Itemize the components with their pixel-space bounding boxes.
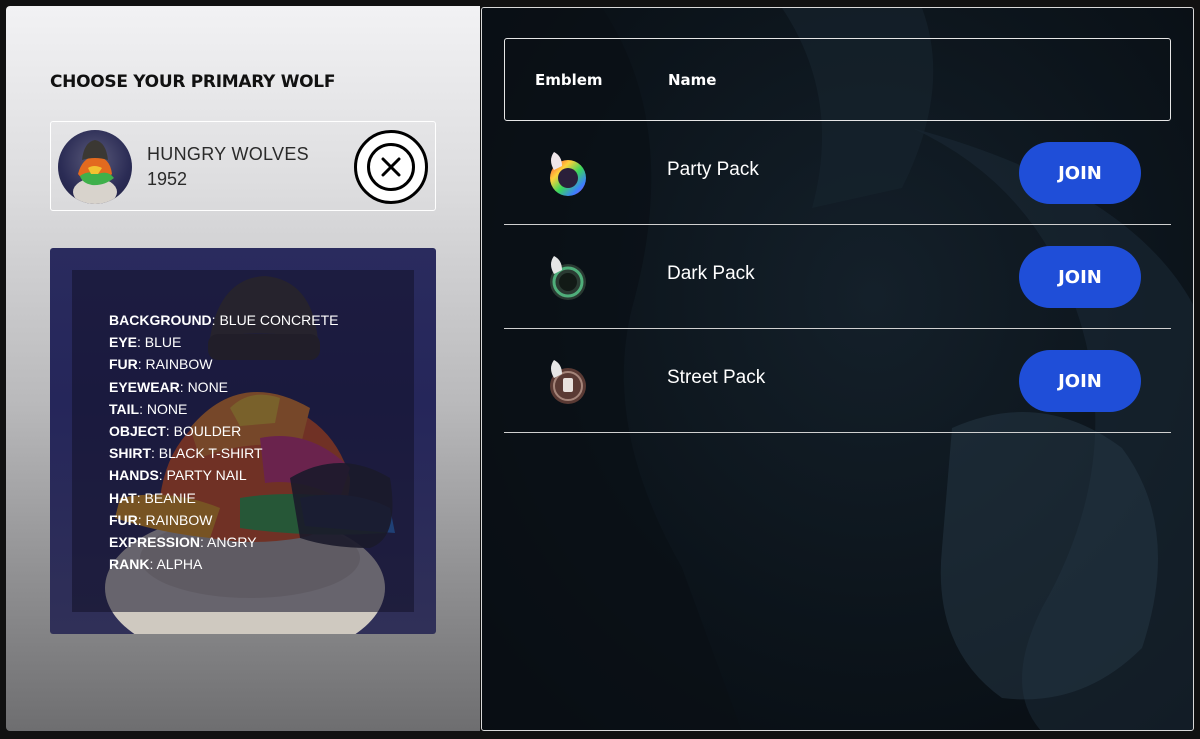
- join-dark-pack-button[interactable]: JOIN: [1019, 246, 1141, 308]
- trait-value: : PARTY NAIL: [158, 467, 247, 484]
- trait-key: RANK: [109, 556, 150, 573]
- trait-row: HAT: BEANIE: [109, 487, 338, 509]
- trait-list: BACKGROUND: BLUE CONCRETE EYE: BLUE FUR:…: [109, 309, 338, 575]
- dark-wolf-emblem-icon: [550, 256, 586, 300]
- wolf-collection-name: HUNGRY WOLVES: [147, 144, 309, 164]
- trait-row: HANDS: PARTY NAIL: [109, 464, 338, 486]
- street-wolf-emblem-icon: [550, 360, 586, 404]
- wolf-token-id: 1952: [147, 169, 188, 189]
- trait-row: FUR: RAINBOW: [109, 353, 338, 375]
- trait-row: TAIL: NONE: [109, 398, 338, 420]
- pack-row-street: Street Pack JOIN: [504, 329, 1171, 433]
- trait-row: BACKGROUND: BLUE CONCRETE: [109, 309, 338, 331]
- trait-row: SHIRT: BLACK T-SHIRT: [109, 442, 338, 464]
- trait-key: FUR: [109, 356, 138, 373]
- trait-key: HANDS: [109, 467, 159, 484]
- trait-key: FUR: [109, 511, 138, 528]
- trait-key: SHIRT: [109, 445, 151, 462]
- trait-value: : BEANIE: [136, 489, 196, 506]
- wolf-avatar: [58, 130, 132, 204]
- trait-key: OBJECT: [109, 423, 166, 440]
- column-header-emblem: Emblem: [535, 71, 603, 89]
- rainbow-wolf-emblem-icon: [550, 152, 586, 196]
- pack-name: Dark Pack: [667, 263, 755, 284]
- trait-value: : BLACK T-SHIRT: [151, 445, 263, 462]
- pack-name: Party Pack: [667, 159, 759, 180]
- pack-name: Street Pack: [667, 367, 766, 388]
- packs-panel: Emblem Name Party Pack JOIN Dark Pack JO…: [481, 7, 1194, 731]
- trait-row: EYEWEAR: NONE: [109, 376, 338, 398]
- trait-value: : ANGRY: [200, 534, 257, 551]
- trait-key: EYE: [109, 334, 138, 351]
- trait-key: HAT: [109, 489, 137, 506]
- trait-value: : ALPHA: [149, 556, 203, 573]
- pack-row-party: Party Pack JOIN: [504, 121, 1171, 225]
- wolf-traits-card: BACKGROUND: BLUE CONCRETE EYE: BLUE FUR:…: [50, 248, 436, 634]
- primary-wolf-panel: CHOOSE YOUR PRIMARY WOLF HUNGRY WOLVES 1…: [6, 6, 480, 731]
- trait-row: EYE: BLUE: [109, 331, 338, 353]
- trait-value: : BLUE CONCRETE: [211, 312, 339, 328]
- trait-key: BACKGROUND: [109, 312, 212, 328]
- pack-row-dark: Dark Pack JOIN: [504, 225, 1171, 329]
- join-party-pack-button[interactable]: JOIN: [1019, 142, 1141, 204]
- trait-value: : RAINBOW: [137, 356, 213, 373]
- trait-value: : RAINBOW: [137, 511, 213, 528]
- trait-key: TAIL: [109, 400, 140, 417]
- trait-row: OBJECT: BOULDER: [109, 420, 338, 442]
- trait-value: : NONE: [139, 400, 188, 417]
- trait-key: EYEWEAR: [109, 378, 180, 395]
- remove-wolf-button[interactable]: [354, 130, 428, 204]
- trait-row: FUR: RAINBOW: [109, 509, 338, 531]
- trait-value: : NONE: [179, 378, 229, 395]
- trait-row: EXPRESSION: ANGRY: [109, 531, 338, 553]
- trait-key: EXPRESSION: [109, 534, 201, 551]
- close-circle-icon: [367, 143, 415, 191]
- trait-value: : BLUE: [137, 334, 182, 351]
- selected-wolf-card: HUNGRY WOLVES 1952: [50, 121, 436, 211]
- packs-table-header: Emblem Name: [504, 38, 1171, 121]
- column-header-name: Name: [668, 71, 717, 89]
- join-street-pack-button[interactable]: JOIN: [1019, 350, 1141, 412]
- trait-row: RANK: ALPHA: [109, 553, 338, 575]
- trait-value: : BOULDER: [165, 423, 242, 440]
- panel-title: CHOOSE YOUR PRIMARY WOLF: [50, 72, 336, 92]
